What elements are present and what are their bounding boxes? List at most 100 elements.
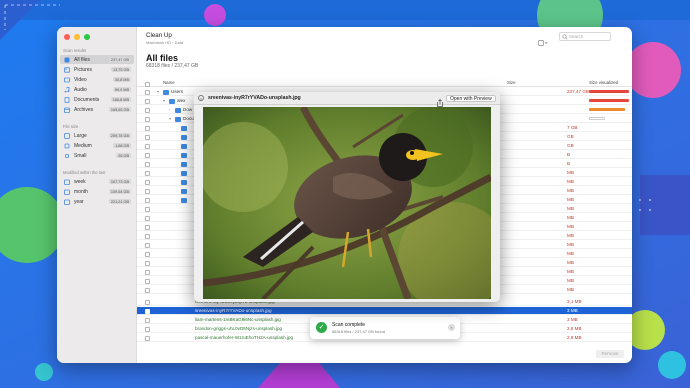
open-with-preview-button[interactable]: Open with Preview (446, 95, 496, 102)
row-size: MB (567, 260, 574, 265)
row-checkbox[interactable] (145, 278, 150, 284)
disclosure-arrow-icon[interactable]: ▾ (163, 98, 165, 103)
sidebar-item-pictures[interactable]: Pictures 13,75 GB (60, 65, 134, 74)
sidebar-item-size: 221,21 GB (108, 199, 131, 204)
sidebar-item-small[interactable]: Small 26 GB (60, 151, 134, 160)
sidebar-item-documents[interactable]: Documents 166,8 MB (60, 95, 134, 104)
row-checkbox[interactable] (145, 89, 150, 95)
row-checkbox[interactable] (145, 260, 150, 266)
search-input[interactable]: Search (559, 32, 611, 41)
row-size: MB (567, 287, 574, 292)
folder-icon (181, 197, 187, 203)
row-checkbox[interactable] (145, 170, 150, 176)
pictures-icon (64, 66, 70, 73)
remove-button[interactable]: Remove (596, 350, 624, 358)
row-checkbox[interactable] (145, 242, 150, 248)
row-size: 237,47 GB (567, 89, 589, 94)
disclosure-arrow-icon[interactable]: › (169, 107, 170, 112)
row-name: pascal-mauerhofer-W1ruEhoTH2A-unsplash.j… (195, 335, 294, 340)
row-checkbox[interactable] (145, 299, 150, 305)
window-controls (64, 34, 90, 40)
bird-photo (203, 107, 491, 299)
sidebar-item-size: 165,65 GB (108, 107, 131, 112)
video-icon (64, 77, 70, 83)
sidebar-item-large[interactable]: Large 209,78 GB (60, 131, 134, 140)
row-checkbox[interactable] (145, 107, 150, 113)
row-size: 2,8 MB (567, 335, 582, 340)
row-checkbox[interactable] (145, 269, 150, 275)
close-preview-icon[interactable]: × (198, 95, 204, 101)
sidebar-item-label: Archives (74, 106, 94, 113)
sidebar-item-size: 166,8 MB (110, 97, 131, 102)
column-size[interactable]: Size (507, 80, 516, 85)
row-size: 3 MB (567, 308, 578, 313)
sidebar-item-label: month (74, 188, 88, 195)
row-size: MB (567, 242, 574, 247)
folder-icon (181, 188, 187, 194)
row-checkbox[interactable] (145, 143, 150, 149)
row-checkbox[interactable] (145, 98, 150, 104)
zoom-window-button[interactable] (84, 34, 90, 40)
sidebar-item-week[interactable]: week 167,73 GB (60, 177, 134, 186)
toast-subtitle: 68318 files / 237,47 GB found (332, 329, 385, 334)
row-checkbox[interactable] (145, 326, 150, 332)
row-checkbox[interactable] (145, 308, 150, 314)
sidebar-item-year[interactable]: year 221,21 GB (60, 197, 134, 206)
close-toast-icon[interactable]: × (448, 324, 455, 331)
checkmark-icon: ✓ (316, 322, 327, 333)
sidebar-item-label: Medium (74, 142, 92, 149)
row-checkbox[interactable] (145, 233, 150, 239)
row-checkbox[interactable] (145, 152, 150, 158)
quick-look-preview: × sreenivas-inyR7rYVADo-unsplash.jpg Ope… (194, 92, 500, 302)
row-checkbox[interactable] (145, 317, 150, 323)
row-checkbox[interactable] (145, 197, 150, 203)
row-checkbox[interactable] (145, 287, 150, 293)
disclosure-arrow-icon[interactable]: ▾ (169, 116, 171, 121)
close-window-button[interactable] (64, 34, 70, 40)
folder-icon (181, 143, 187, 149)
sidebar-item-medium[interactable]: Medium 1,68 GB (60, 141, 134, 150)
disclosure-arrow-icon[interactable]: ▾ (157, 89, 159, 94)
row-name: Dow (183, 107, 193, 112)
row-checkbox[interactable] (145, 251, 150, 257)
row-checkbox[interactable] (145, 179, 150, 185)
row-checkbox[interactable] (145, 116, 150, 122)
sidebar-item-label: year (74, 198, 84, 205)
row-size: 3,1 MB (567, 299, 582, 304)
row-size: MB (567, 197, 574, 202)
row-size: MB (567, 269, 574, 274)
modified-heading: Modified within the last (63, 170, 106, 175)
row-size: 7 GB (567, 125, 578, 130)
sidebar-item-size: 237,47 GB (108, 57, 131, 62)
folder-icon (181, 125, 187, 131)
row-checkbox[interactable] (145, 206, 150, 212)
minimize-window-button[interactable] (74, 34, 80, 40)
calendar-icon (64, 199, 70, 205)
scan-complete-toast: ✓ Scan complete 68318 files / 237,47 GB … (310, 317, 460, 339)
size-bar (589, 108, 625, 111)
folder-icon (169, 98, 175, 104)
row-checkbox[interactable] (145, 134, 150, 140)
search-placeholder: Search (569, 34, 584, 39)
sidebar: Scan results All files 237,47 GB Picture… (57, 27, 137, 363)
row-size: 2,8 MB (567, 326, 582, 331)
sidebar-item-all-files[interactable]: All files 237,47 GB (60, 55, 134, 64)
preview-title: sreenivas-inyR7rYVADo-unsplash.jpg (208, 95, 301, 101)
folder-icon (175, 116, 181, 122)
table-row-selected[interactable]: sreenivas-inyR7rYVADo-unsplash.jpg 3 MB (137, 307, 632, 315)
sidebar-item-label: Documents (74, 96, 100, 103)
row-checkbox[interactable] (145, 161, 150, 167)
breadcrumb[interactable]: Macintosh HD › Data (146, 40, 183, 45)
row-checkbox[interactable] (145, 125, 150, 131)
sidebar-item-video[interactable]: Video 30,8 MB (60, 75, 134, 84)
column-name[interactable]: Name (163, 80, 175, 85)
row-checkbox[interactable] (145, 335, 150, 341)
row-name: Users (171, 89, 183, 94)
row-checkbox[interactable] (145, 188, 150, 194)
sidebar-item-archives[interactable]: Archives 165,65 GB (60, 105, 134, 114)
sidebar-item-month[interactable]: month 109,54 GB (60, 187, 134, 196)
sidebar-item-audio[interactable]: Audio 89,9 MB (60, 85, 134, 94)
row-checkbox[interactable] (145, 215, 150, 221)
row-checkbox[interactable] (145, 224, 150, 230)
view-options-icon[interactable] (538, 33, 548, 51)
